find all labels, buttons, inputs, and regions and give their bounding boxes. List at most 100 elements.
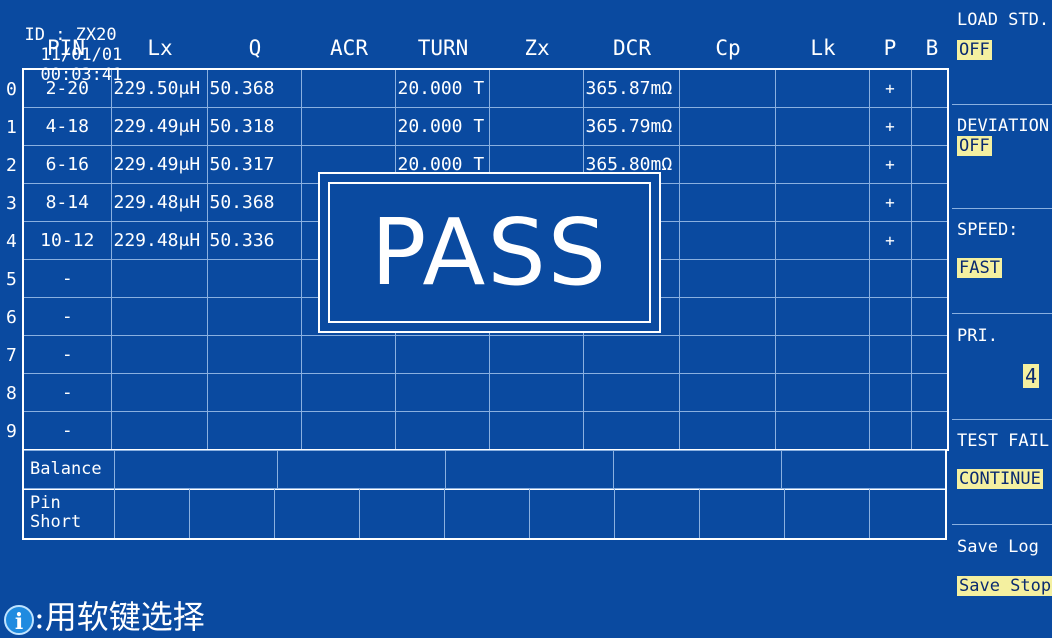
row-index: 0 (6, 79, 17, 100)
cell-lk (774, 373, 870, 412)
cell-b (910, 183, 949, 222)
cell-q (206, 297, 302, 336)
cell-q: 50.317 (206, 145, 302, 184)
row-index: 1 (6, 117, 17, 138)
cell-b (910, 335, 949, 374)
pin-short-cell (189, 488, 275, 539)
header-dcr: DCR (613, 36, 651, 60)
pri-value: 4 (1022, 364, 1039, 388)
row-index: 5 (6, 269, 17, 290)
cell-lk (774, 107, 870, 146)
cell-zx (488, 68, 584, 108)
pin-short-cell (114, 488, 190, 539)
cell-cp (678, 183, 776, 222)
pin-short-label-line2: Short (30, 512, 82, 533)
pass-text: PASS (328, 182, 651, 323)
cell-lx (110, 259, 208, 298)
cell-q: 50.336 (206, 221, 302, 260)
table-row: 4-18 229.49μH 50.318 20.000 T 365.79mΩ + (22, 107, 949, 146)
softkey-divider (952, 104, 1052, 105)
row-index: 4 (6, 231, 17, 252)
softkey-save-stop[interactable]: Save Stop (957, 576, 1052, 596)
cell-cp (678, 335, 776, 374)
cell-pin: - (22, 335, 112, 374)
cell-pin: - (22, 373, 112, 412)
header-lx: Lx (147, 36, 173, 60)
cell-zx (488, 411, 584, 451)
cell-cp (678, 221, 776, 260)
cell-dcr: 365.87mΩ (582, 68, 680, 108)
cell-lx (110, 297, 208, 336)
cell-lk (774, 411, 870, 451)
cell-turn: 20.000 T (394, 107, 490, 146)
row-index: 2 (6, 155, 17, 176)
softkey-deviation[interactable]: DEVIATION OFF (957, 116, 1049, 156)
pin-short-cell (444, 488, 530, 539)
header-acr: ACR (330, 36, 368, 60)
cell-b (910, 373, 949, 412)
cell-pin: 6-16 (22, 145, 112, 184)
cell-turn (394, 335, 490, 374)
softkey-divider (952, 208, 1052, 209)
table-row: - (22, 411, 949, 451)
summary-table: Balance (22, 450, 947, 490)
cell-lk (774, 183, 870, 222)
pin-short-table: Pin Short (22, 488, 947, 540)
softkey-divider (952, 524, 1052, 525)
save-stop-label: Save Stop (957, 576, 1052, 596)
cell-b (910, 68, 949, 108)
cell-p: + (868, 221, 912, 260)
cell-p (868, 297, 912, 336)
table-row: - (22, 373, 949, 412)
cell-q (206, 373, 302, 412)
softkey-load-std[interactable]: LOAD STD. OFF (957, 10, 1049, 60)
cell-lx: 229.49μH (110, 107, 208, 146)
cell-cp (678, 411, 776, 451)
cell-dcr (582, 373, 680, 412)
cell-lk (774, 259, 870, 298)
cell-lk (774, 221, 870, 260)
speed-label: SPEED: (957, 220, 1019, 240)
cell-zx (488, 107, 584, 146)
cell-cp (678, 297, 776, 336)
save-log-label: Save Log (957, 537, 1039, 557)
cell-b (910, 411, 949, 451)
cell-zx (488, 373, 584, 412)
header-q: Q (248, 36, 262, 60)
cell-p (868, 335, 912, 374)
cell-p (868, 259, 912, 298)
balance-cell (114, 450, 278, 489)
pin-short-cell (359, 488, 445, 539)
softkey-test-fail[interactable]: TEST FAIL CONTINUE (957, 431, 1049, 489)
pin-short-cell (529, 488, 615, 539)
cell-cp (678, 373, 776, 412)
cell-p (868, 411, 912, 451)
cell-b (910, 145, 949, 184)
row-index: 7 (6, 345, 17, 366)
softkey-pri[interactable]: PRI. 4 (957, 326, 1039, 388)
header-cp: Cp (715, 36, 741, 60)
cell-pin: - (22, 259, 112, 298)
cell-q (206, 335, 302, 374)
cell-q: 50.368 (206, 183, 302, 222)
cell-lx (110, 335, 208, 374)
softkey-save-log[interactable]: Save Log (957, 537, 1039, 557)
cell-p: + (868, 145, 912, 184)
cell-cp (678, 68, 776, 108)
softkey-divider (952, 313, 1052, 314)
table-row: - (22, 335, 949, 374)
cell-acr (300, 411, 396, 451)
softkey-speed[interactable]: SPEED: FAST (957, 220, 1018, 278)
cell-q: 50.368 (206, 68, 302, 108)
row-index: 9 (6, 421, 17, 442)
test-fail-value: CONTINUE (957, 469, 1043, 489)
deviation-label: DEVIATION (957, 116, 1050, 136)
cell-pin: 4-18 (22, 107, 112, 146)
cell-lk (774, 145, 870, 184)
cell-b (910, 107, 949, 146)
cell-p (868, 373, 912, 412)
cell-q (206, 259, 302, 298)
cell-p: + (868, 183, 912, 222)
info-icon: i (4, 604, 34, 635)
pin-short-cell (614, 488, 700, 539)
